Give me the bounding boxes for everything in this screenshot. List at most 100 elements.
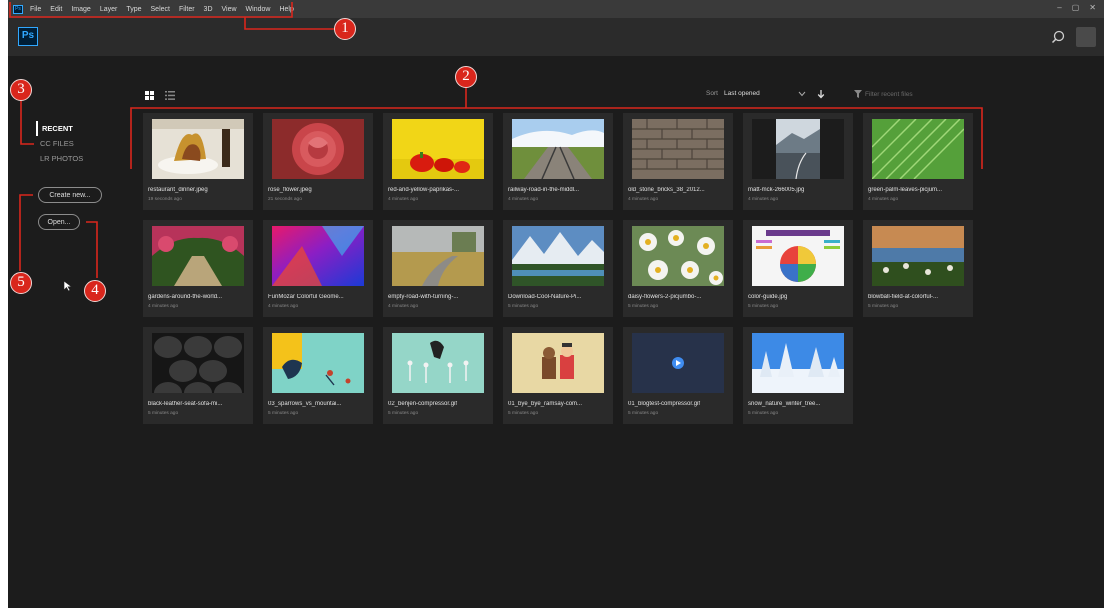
file-name: railway-road-in-the-middl...: [508, 187, 580, 193]
menu-select[interactable]: Select: [151, 6, 170, 13]
file-card[interactable]: empty-road-with-turning-... 4 minutes ago: [383, 220, 493, 317]
create-new-button[interactable]: Create new...: [38, 187, 102, 203]
file-name: blowball-field-at-colorful-...: [868, 294, 939, 300]
file-thumbnail[interactable]: [272, 119, 364, 179]
file-thumbnail[interactable]: [632, 226, 724, 286]
file-thumbnail[interactable]: [512, 119, 604, 179]
file-thumbnail[interactable]: [392, 119, 484, 179]
file-thumbnail[interactable]: [632, 333, 724, 393]
menu-3d[interactable]: 3D: [204, 6, 213, 13]
file-card[interactable]: FunMozar Colorful Geome... 4 minutes ago: [263, 220, 373, 317]
sidebar-item-cc-files[interactable]: CC FILES: [36, 136, 83, 151]
file-thumbnail[interactable]: [392, 333, 484, 393]
filter-input[interactable]: [865, 87, 975, 101]
menu-type[interactable]: Type: [126, 6, 141, 13]
minimize-icon[interactable]: –: [1057, 3, 1061, 12]
file-name: black-leather-seat-sofa-mi...: [148, 401, 223, 407]
file-card[interactable]: color-guide.jpg 5 minutes ago: [743, 220, 853, 317]
menu-filter[interactable]: Filter: [179, 6, 195, 13]
file-thumbnail[interactable]: [272, 333, 364, 393]
menu-layer[interactable]: Layer: [100, 6, 118, 13]
file-name: Download-Cool-Nature-Pi...: [508, 294, 582, 300]
file-thumbnail[interactable]: [152, 119, 244, 179]
file-card[interactable]: 01_blogtest-compressor.gif 5 minutes ago: [623, 327, 733, 424]
file-thumbnail[interactable]: [272, 226, 364, 286]
file-name: 03_sparrows_vs_mountai...: [268, 401, 342, 407]
sort-dropdown[interactable]: Last opened: [724, 90, 760, 97]
file-card[interactable]: old_stone_bricks_38_2012... 4 minutes ago: [623, 113, 733, 210]
restore-icon[interactable]: ▢: [1072, 3, 1080, 12]
file-thumbnail[interactable]: [632, 119, 724, 179]
file-timestamp: 5 minutes ago: [628, 411, 659, 416]
open-button[interactable]: Open...: [38, 214, 80, 230]
file-thumbnail[interactable]: [752, 333, 844, 393]
file-card[interactable]: red-and-yellow-paprikas-... 4 minutes ago: [383, 113, 493, 210]
file-card[interactable]: matt-mck-266005.jpg 4 minutes ago: [743, 113, 853, 210]
file-card[interactable]: 02_benjen-compressor.gif 5 minutes ago: [383, 327, 493, 424]
file-card[interactable]: 01_bye_bye_ramsay-com... 5 minutes ago: [503, 327, 613, 424]
file-name: empty-road-with-turning-...: [388, 294, 459, 300]
file-thumbnail[interactable]: [512, 333, 604, 393]
file-card[interactable]: Download-Cool-Nature-Pi... 5 minutes ago: [503, 220, 613, 317]
file-name: old_stone_bricks_38_2012...: [628, 187, 705, 193]
file-name: 01_blogtest-compressor.gif: [628, 401, 701, 407]
file-timestamp: 4 minutes ago: [388, 304, 419, 309]
grid-view-icon[interactable]: [145, 91, 154, 100]
file-card[interactable]: daisy-flowers-2-picjumbo-... 5 minutes ag…: [623, 220, 733, 317]
annotation-marker-5: 5: [10, 272, 32, 294]
file-timestamp: 4 minutes ago: [148, 304, 179, 309]
file-card[interactable]: blowball-field-at-colorful-... 5 minutes …: [863, 220, 973, 317]
annotation-marker-4: 4: [84, 280, 106, 302]
close-icon[interactable]: ✕: [1089, 3, 1096, 12]
file-name: rose_flower.jpeg: [268, 187, 312, 193]
menu-file[interactable]: File: [30, 6, 41, 13]
menu-image[interactable]: Image: [71, 6, 90, 13]
menu-edit[interactable]: Edit: [50, 6, 62, 13]
file-thumbnail[interactable]: [752, 119, 844, 179]
file-timestamp: 4 minutes ago: [868, 197, 899, 202]
file-name: daisy-flowers-2-picjumbo-...: [628, 294, 702, 300]
file-card[interactable]: 03_sparrows_vs_mountai... 5 minutes ago: [263, 327, 373, 424]
menu-bar: Ps File Edit Image Layer Type Select Fil…: [8, 0, 1104, 18]
file-thumbnail[interactable]: [752, 226, 844, 286]
file-timestamp: 4 minutes ago: [628, 197, 659, 202]
file-card[interactable]: restaurant_dinner.jpeg 19 seconds ago: [143, 113, 253, 210]
menu-view[interactable]: View: [222, 6, 237, 13]
file-card[interactable]: gardens-around-the-world... 4 minutes ago: [143, 220, 253, 317]
file-name: FunMozar Colorful Geome...: [268, 294, 344, 300]
file-timestamp: 19 seconds ago: [148, 197, 182, 202]
file-timestamp: 5 minutes ago: [748, 304, 779, 309]
file-card[interactable]: green-palm-leaves-picjum... 4 minutes ago: [863, 113, 973, 210]
file-thumbnail[interactable]: [512, 226, 604, 286]
menu-window[interactable]: Window: [246, 6, 271, 13]
file-thumbnail[interactable]: [872, 226, 964, 286]
file-thumbnail[interactable]: [152, 333, 244, 393]
file-thumbnail[interactable]: [872, 119, 964, 179]
file-timestamp: 4 minutes ago: [508, 197, 539, 202]
file-card[interactable]: snow_nature_winter_tree... 5 minutes ago: [743, 327, 853, 424]
menu-help[interactable]: Help: [279, 6, 293, 13]
file-timestamp: 4 minutes ago: [388, 197, 419, 202]
list-view-icon[interactable]: [165, 91, 175, 100]
file-card[interactable]: rose_flower.jpeg 21 seconds ago: [263, 113, 373, 210]
file-card[interactable]: railway-road-in-the-middl... 4 minutes ag…: [503, 113, 613, 210]
file-name: snow_nature_winter_tree...: [748, 401, 821, 407]
file-timestamp: 21 seconds ago: [268, 197, 302, 202]
file-card[interactable]: black-leather-seat-sofa-mi... 5 minutes a…: [143, 327, 253, 424]
file-thumbnail[interactable]: [392, 226, 484, 286]
chevron-down-icon[interactable]: [798, 91, 806, 97]
sidebar-item-lr-photos[interactable]: LR PHOTOS: [36, 151, 83, 166]
search-icon[interactable]: [1050, 29, 1066, 45]
photoshop-window: Ps File Edit Image Layer Type Select Fil…: [8, 0, 1104, 608]
sidebar-item-recent[interactable]: RECENT: [36, 121, 83, 136]
sort-direction-icon[interactable]: [817, 89, 825, 99]
file-thumbnail[interactable]: [152, 226, 244, 286]
file-name: red-and-yellow-paprikas-...: [388, 187, 460, 193]
app-bar: Ps: [8, 18, 1104, 56]
file-name: color-guide.jpg: [748, 294, 788, 300]
file-name: gardens-around-the-world...: [148, 294, 223, 300]
avatar[interactable]: [1076, 27, 1096, 47]
annotation-marker-3: 3: [10, 79, 32, 101]
recent-files-grid: restaurant_dinner.jpeg 19 seconds ago rose…: [143, 113, 983, 424]
file-name: matt-mck-266005.jpg: [748, 187, 805, 193]
